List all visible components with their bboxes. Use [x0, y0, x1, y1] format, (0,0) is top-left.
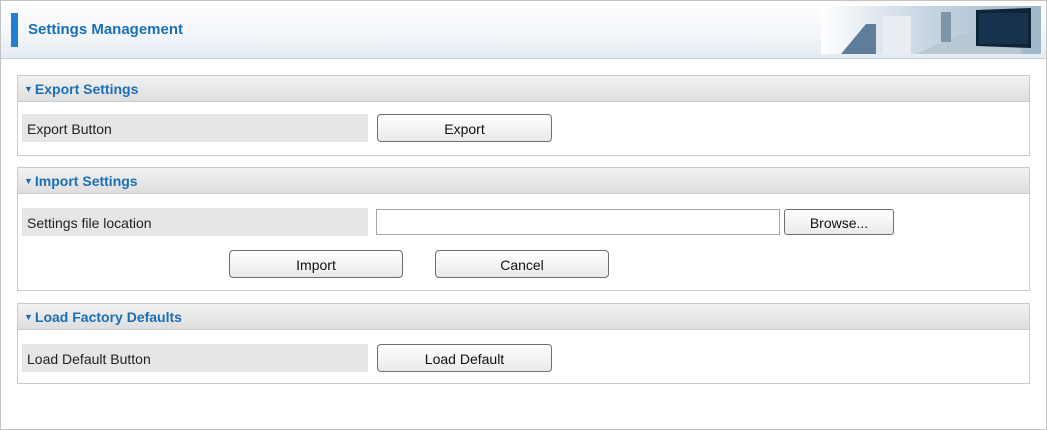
settings-file-label: Settings file location: [27, 215, 152, 231]
cancel-button[interactable]: Cancel: [435, 250, 609, 278]
load-factory-defaults-section: ▼ Load Factory Defaults Load Default Butt…: [17, 303, 1030, 384]
import-settings-header[interactable]: ▼ Import Settings: [18, 168, 1029, 194]
triangle-down-icon: ▼: [24, 84, 33, 94]
load-default-label: Load Default Button: [27, 351, 151, 367]
import-button[interactable]: Import: [229, 250, 403, 278]
export-settings-title: Export Settings: [34, 81, 139, 97]
triangle-down-icon: ▼: [24, 312, 33, 322]
export-settings-title-wrap: ▼ Export Settings: [24, 81, 138, 97]
page-title: Settings Management: [28, 21, 184, 38]
export-row-label: Export Button: [27, 121, 112, 137]
export-settings-section: ▼ Export Settings Export Button Export: [17, 75, 1030, 156]
export-settings-header[interactable]: ▼ Export Settings: [18, 76, 1029, 102]
export-button[interactable]: Export: [377, 114, 552, 142]
import-settings-title: Import Settings: [34, 173, 138, 189]
load-factory-defaults-header[interactable]: ▼ Load Factory Defaults: [18, 304, 1029, 330]
triangle-down-icon: ▼: [24, 176, 33, 186]
load-default-button[interactable]: Load Default: [377, 344, 552, 372]
settings-file-label-cell: Settings file location: [22, 208, 368, 236]
import-settings-section: ▼ Import Settings Settings file location …: [17, 167, 1030, 291]
load-factory-defaults-title-wrap: ▼ Load Factory Defaults: [24, 309, 182, 325]
browse-button[interactable]: Browse...: [784, 209, 894, 235]
office-banner-image: [821, 6, 1041, 54]
load-default-label-cell: Load Default Button: [22, 344, 368, 372]
load-factory-defaults-title: Load Factory Defaults: [34, 309, 182, 325]
export-row-label-cell: Export Button: [22, 114, 368, 142]
import-settings-title-wrap: ▼ Import Settings: [24, 173, 138, 189]
header-accent-bar: [11, 13, 18, 47]
settings-panel: Settings Management ▼ Export Settings Ex…: [0, 0, 1047, 430]
settings-file-input[interactable]: [376, 209, 780, 235]
page-header: Settings Management: [1, 1, 1046, 59]
